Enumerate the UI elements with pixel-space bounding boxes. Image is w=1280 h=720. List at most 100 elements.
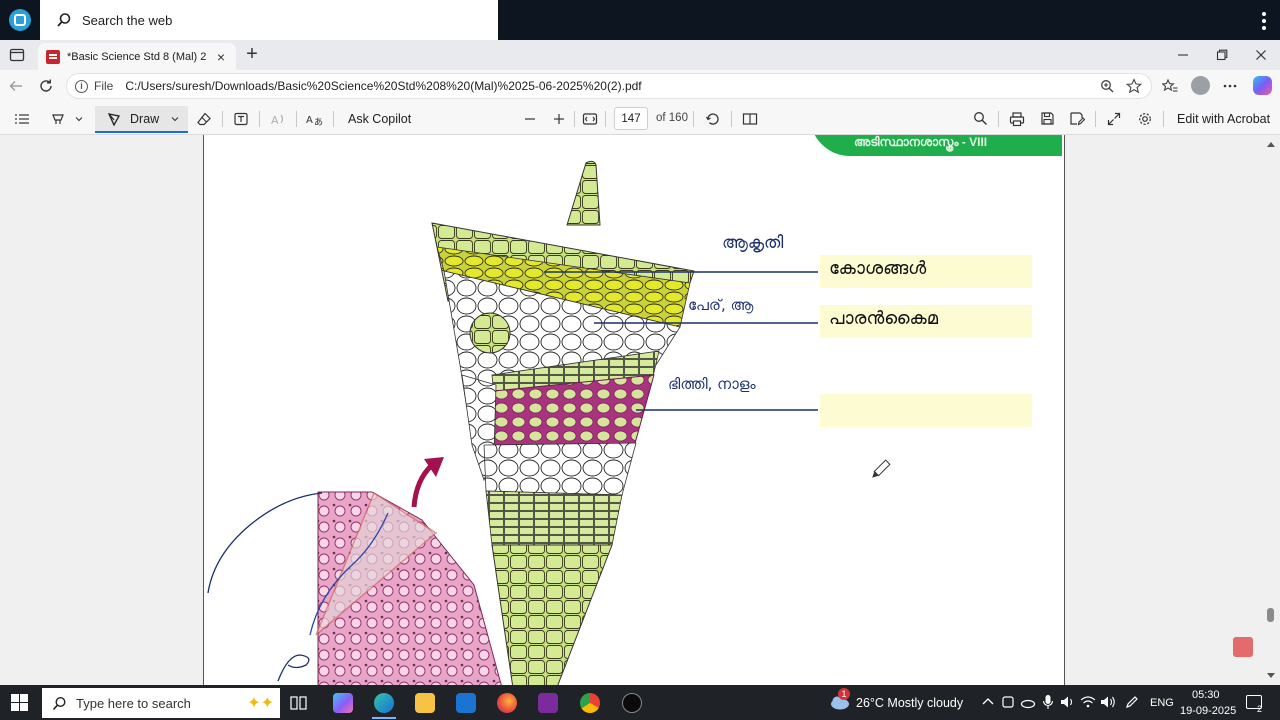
url-text[interactable]: C:/Users/suresh/Downloads/Basic%20Scienc…	[125, 79, 641, 93]
ask-copilot-button[interactable]: Ask Copilot	[348, 112, 411, 126]
pdf-page[interactable]: അടിസ്ഥാനശാസ്ത്രം - VIII ആകൃതി പേര്, ആ ഭി…	[203, 135, 1065, 685]
back-arrow-icon[interactable]	[6, 76, 26, 96]
web-search-placeholder: Search the web	[82, 12, 173, 28]
notification-count: 2	[1257, 704, 1263, 714]
gear-icon[interactable]	[1135, 108, 1155, 129]
svg-text:あ: あ	[314, 117, 323, 126]
url-field[interactable]: i File C:/Users/suresh/Downloads/Basic%2…	[66, 73, 1152, 99]
zoom-icon[interactable]	[1097, 76, 1117, 96]
answer-text: പാരൻകൈമ	[829, 308, 939, 329]
close-tab-icon[interactable]: ×	[214, 49, 228, 65]
clock-time[interactable]: 05:30	[1192, 689, 1220, 701]
print-icon[interactable]	[1007, 108, 1027, 129]
scrollbar-thumb[interactable]	[1267, 608, 1274, 622]
taskbar-search-placeholder: Type here to search	[76, 695, 191, 711]
tab-title: *Basic Science Std 8 (Mal) 25-06-2025 (2…	[67, 50, 207, 63]
microphone-icon[interactable]	[1042, 694, 1054, 710]
eraser-icon[interactable]	[194, 108, 214, 129]
onedrive-cloud-icon[interactable]	[1020, 695, 1036, 709]
url-scheme-label: File	[94, 79, 114, 93]
page-view-icon[interactable]	[740, 108, 760, 129]
draw-button[interactable]: Draw	[95, 106, 188, 133]
contents-icon[interactable]	[12, 108, 32, 129]
active-app-indicator	[372, 717, 396, 719]
github-icon[interactable]	[622, 693, 642, 713]
rotate-icon[interactable]	[703, 108, 723, 129]
pen-workspace-icon[interactable]	[1124, 694, 1140, 710]
answer-box[interactable]	[820, 394, 1032, 427]
favorite-star-icon[interactable]	[1124, 76, 1144, 96]
toolbar-divider	[998, 111, 999, 127]
toolbar-divider	[574, 111, 575, 127]
copilot-icon[interactable]	[1253, 76, 1272, 95]
draw-label: Draw	[130, 111, 160, 126]
firefox-icon[interactable]	[497, 693, 517, 713]
onenote-icon[interactable]	[538, 693, 558, 713]
speaker-icon[interactable]	[1100, 694, 1116, 710]
weather-text[interactable]: 26°C Mostly cloudy	[856, 696, 963, 710]
minimize-icon[interactable]	[1164, 44, 1202, 66]
tab-actions-icon[interactable]	[8, 46, 26, 64]
file-explorer-icon[interactable]	[415, 693, 435, 713]
taskbar-search-box[interactable]: Type here to search ✦✦	[42, 688, 280, 718]
restore-icon[interactable]	[1203, 44, 1241, 66]
page-total-label: of 160	[656, 112, 688, 124]
answer-text: കോശങ്ങൾ	[829, 258, 927, 279]
find-icon[interactable]	[970, 108, 990, 129]
refresh-icon[interactable]	[36, 76, 56, 96]
copilot-sparkle-icon: ✦✦	[247, 695, 274, 712]
address-bar: i File C:/Users/suresh/Downloads/Basic%2…	[0, 70, 1280, 102]
task-view-icon[interactable]	[290, 695, 308, 711]
toolbar-divider	[296, 111, 297, 127]
profile-avatar[interactable]	[1191, 76, 1210, 95]
read-aloud-icon[interactable]: A	[268, 108, 288, 129]
toolbar-divider	[1163, 111, 1164, 127]
chrome-icon[interactable]	[580, 693, 600, 713]
settings-more-icon[interactable]	[1220, 76, 1240, 96]
toolbar-divider	[222, 111, 223, 127]
save-as-icon[interactable]	[1067, 108, 1087, 129]
zoom-out-icon[interactable]	[520, 108, 540, 129]
favorites-list-icon[interactable]	[1160, 76, 1180, 96]
save-icon[interactable]	[1037, 108, 1057, 129]
new-tab-icon[interactable]: +	[242, 44, 262, 64]
handwritten-annotation: ആകൃതി	[722, 233, 784, 253]
expand-icon[interactable]	[1104, 108, 1124, 129]
translate-icon[interactable]: Aあ	[305, 108, 325, 129]
svg-text:A: A	[306, 115, 313, 126]
toolbar-divider	[693, 111, 694, 127]
clock-date[interactable]: 19-09-2025	[1180, 705, 1236, 717]
page-number-input[interactable]: 147	[614, 107, 648, 130]
text-box-icon[interactable]	[231, 108, 251, 129]
volume-icon[interactable]	[1060, 695, 1076, 709]
show-hidden-icons[interactable]	[982, 697, 994, 707]
highlight-dropdown-icon[interactable]	[72, 108, 86, 129]
draw-dropdown-icon[interactable]	[170, 114, 180, 124]
fit-to-page-icon[interactable]	[580, 108, 600, 129]
taskbar: Type here to search ✦✦ 1 26°C Mostly clo…	[0, 685, 1280, 720]
language-indicator[interactable]: ENG	[1150, 697, 1174, 709]
windows-start-icon[interactable]	[11, 694, 28, 711]
tray-app-icon[interactable]	[1001, 695, 1015, 709]
pdf-viewer[interactable]: അടിസ്ഥാനശാസ്ത്രം - VIII ആകൃതി പേര്, ആ ഭി…	[0, 135, 1280, 685]
launcher-icon[interactable]	[9, 9, 31, 31]
zoom-in-icon[interactable]	[549, 108, 569, 129]
outlook-icon[interactable]	[456, 693, 476, 713]
edit-with-acrobat-button[interactable]: Edit with Acrobat	[1177, 112, 1270, 126]
info-icon[interactable]: i	[75, 79, 88, 93]
more-options-icon[interactable]	[1262, 12, 1266, 30]
toolbar-divider	[333, 111, 334, 127]
top-search-band: Search the web	[0, 0, 1280, 40]
search-icon	[57, 13, 71, 27]
close-window-icon[interactable]	[1242, 44, 1280, 66]
screen: Search the web *Basic Science Std 8 (Mal…	[0, 0, 1280, 720]
tab-pdf-document[interactable]: *Basic Science Std 8 (Mal) 25-06-2025 (2…	[38, 43, 236, 70]
highlight-icon[interactable]	[48, 108, 68, 129]
edge-browser-icon[interactable]	[374, 693, 394, 713]
network-icon[interactable]	[1080, 695, 1096, 709]
web-search-box[interactable]: Search the web	[40, 0, 498, 40]
copilot-app-icon[interactable]	[333, 693, 353, 713]
handwritten-annotation: ഭിത്തി, നാളം	[668, 375, 756, 393]
vertical-scrollbar[interactable]	[1266, 135, 1276, 685]
pdf-floating-icon[interactable]	[1233, 637, 1253, 657]
